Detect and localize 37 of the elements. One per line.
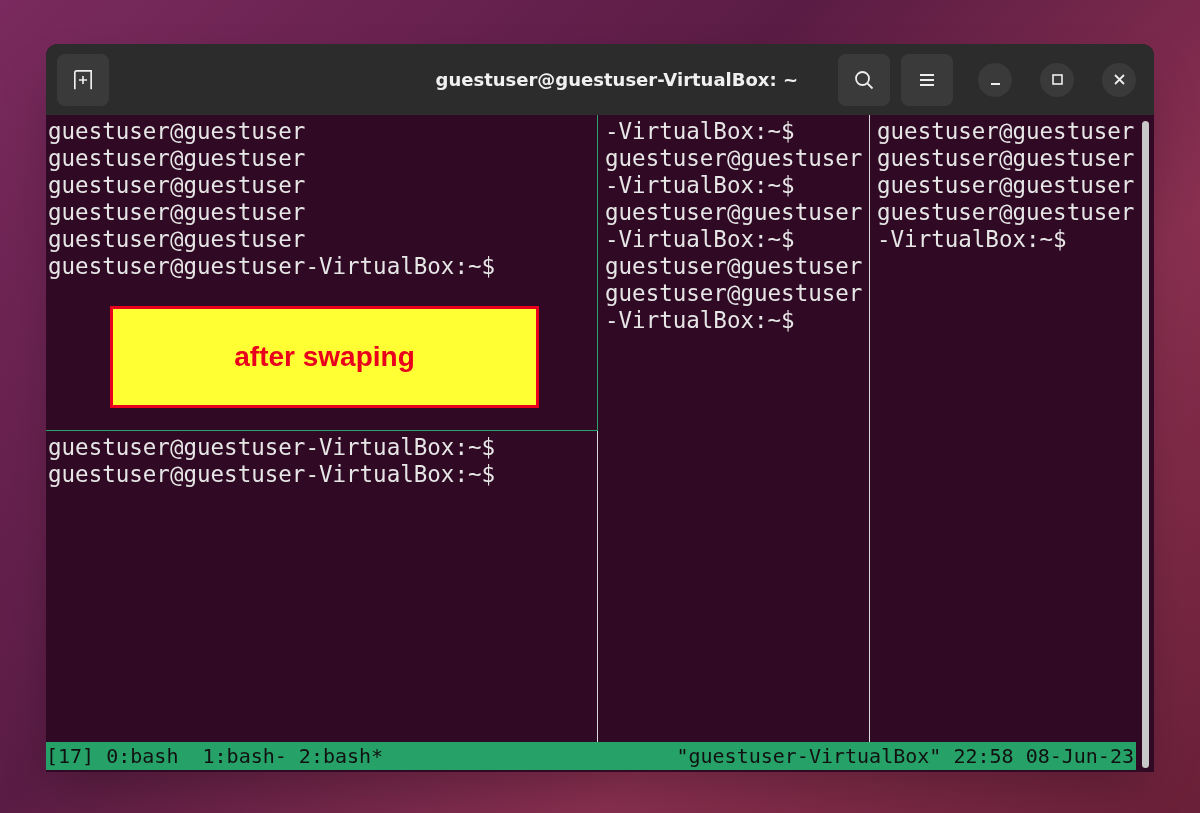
terminal-pane[interactable]: guestuser@guestuser guestuser@guestuser guestuser@guestuser guestuser@guestuser guestuser@guestuser guestuser@guestuser-VirtualBox:~$ after swaping xyxy=(46,115,598,431)
minimize-icon xyxy=(990,82,1000,85)
close-icon xyxy=(1113,74,1125,85)
menu-button[interactable] xyxy=(901,53,953,106)
terminal-line: guestuser@guestuser xyxy=(877,118,1135,145)
annotation-label: after swaping xyxy=(110,306,539,408)
status-right: "guestuser-VirtualBox" 22:58 08-Jun-23 xyxy=(676,743,1134,770)
search-button[interactable] xyxy=(838,53,890,106)
terminal-line: guestuser@guestuser xyxy=(877,172,1135,199)
terminal-line: guestuser@guestuser xyxy=(877,199,1135,226)
search-icon xyxy=(854,69,874,90)
new-tab-icon xyxy=(73,69,93,90)
menu-icon xyxy=(919,73,935,86)
terminal-line: guestuser@guestuser xyxy=(605,253,863,280)
terminal-line: guestuser@guestuser xyxy=(48,226,306,253)
terminal-line: guestuser@guestuser xyxy=(605,145,863,172)
terminal-line: -VirtualBox:~$ xyxy=(877,226,1067,253)
terminal-line: -VirtualBox:~$ xyxy=(605,226,795,253)
terminal-line: guestuser@guestuser xyxy=(877,145,1135,172)
maximize-icon xyxy=(1051,74,1063,85)
terminal-line: -VirtualBox:~$ xyxy=(605,172,795,199)
new-tab-button[interactable] xyxy=(57,53,109,106)
terminal-line: guestuser@guestuser xyxy=(48,172,306,199)
terminal-line: guestuser@guestuser-VirtualBox:~$ xyxy=(48,253,496,280)
terminal-line: guestuser@guestuser-VirtualBox:~$ xyxy=(48,461,496,488)
window-title: guestuser@guestuser-VirtualBox: ~ xyxy=(435,68,798,92)
terminal-line: guestuser@guestuser-VirtualBox:~$ xyxy=(48,434,496,461)
terminal-line: guestuser@guestuser xyxy=(605,199,863,226)
terminal-line: guestuser@guestuser xyxy=(48,118,306,145)
maximize-button[interactable] xyxy=(1040,62,1074,97)
terminal-line: -VirtualBox:~$ xyxy=(605,118,795,145)
terminal-line: -VirtualBox:~$ xyxy=(605,307,795,334)
terminal-line: guestuser@guestuser xyxy=(48,199,306,226)
terminal-line: guestuser@guestuser xyxy=(48,145,306,172)
status-left: [17] 0:bash 1:bash- 2:bash* xyxy=(46,743,384,770)
close-button[interactable] xyxy=(1102,62,1136,97)
terminal-line: guestuser@guestuser xyxy=(605,280,863,307)
